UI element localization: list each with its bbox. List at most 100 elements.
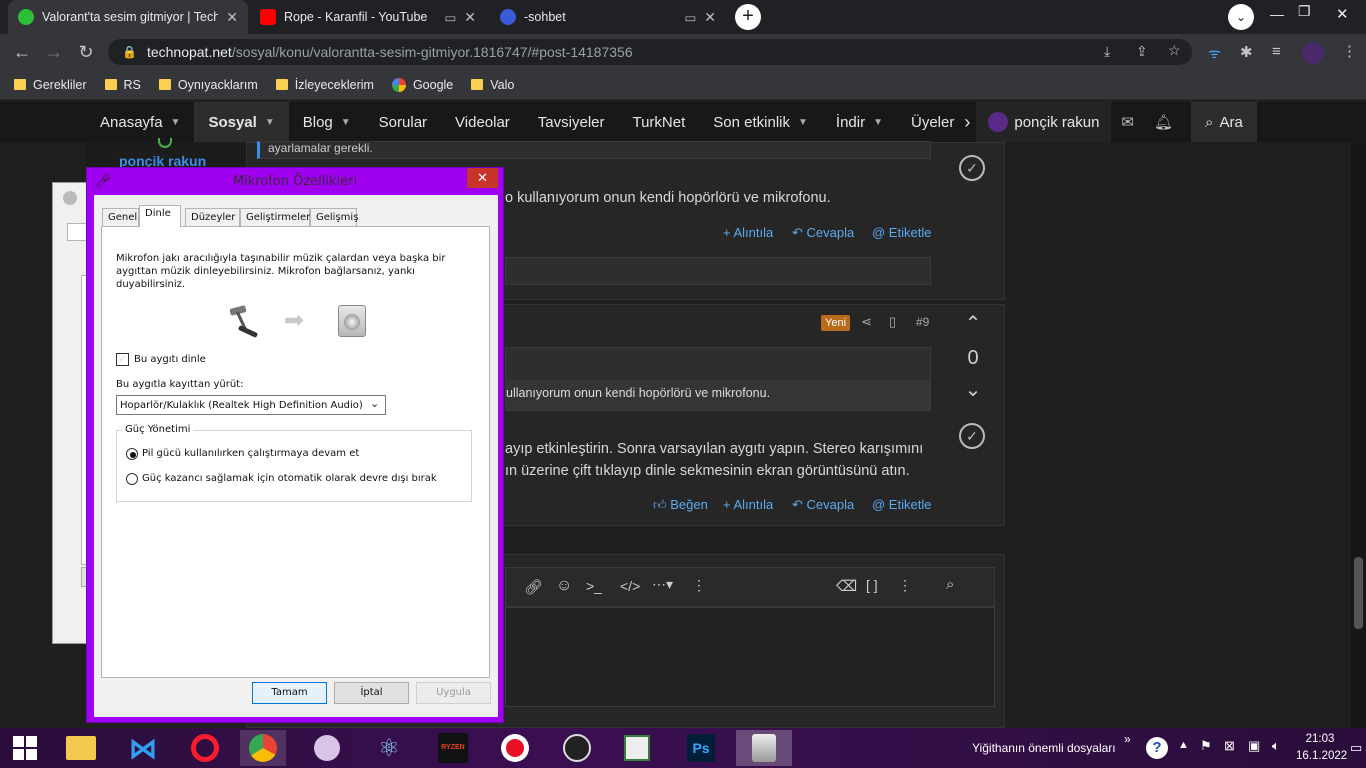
reply-box[interactable] bbox=[505, 257, 931, 285]
chevron-down-icon[interactable]: ⌄ bbox=[370, 397, 379, 410]
pip-icon[interactable]: ▭ bbox=[684, 10, 696, 25]
nav-uyeler[interactable]: Üyeler bbox=[897, 102, 958, 142]
power-radio-keep-running[interactable] bbox=[126, 448, 138, 460]
clock-date[interactable]: 16.1.2022 bbox=[1296, 750, 1347, 762]
nav-sorular[interactable]: Sorular bbox=[365, 102, 441, 142]
nav-son-etkinlik[interactable]: Son etkinlik ▼ bbox=[699, 102, 822, 142]
extensions-puzzle-icon[interactable]: ✱ bbox=[1240, 43, 1253, 61]
kebab-icon[interactable]: ⋮ bbox=[692, 577, 706, 594]
share-icon[interactable]: ⋖ bbox=[861, 314, 872, 330]
extension-wifi-icon[interactable]: ᯤ bbox=[1208, 44, 1221, 63]
tag-action[interactable]: @ Etiketle bbox=[872, 497, 931, 512]
start-windows-icon[interactable] bbox=[2, 730, 48, 766]
clock-time[interactable]: 21:03 bbox=[1300, 733, 1340, 745]
back-arrow-icon[interactable]: ← bbox=[12, 42, 32, 62]
bookmark-oyniyacklarim[interactable]: Oynıyacklarım bbox=[158, 78, 258, 92]
search-button[interactable]: ⌕ Ara bbox=[1191, 102, 1257, 142]
close-icon[interactable]: ✕ bbox=[226, 9, 238, 26]
close-icon[interactable]: ✕ bbox=[464, 9, 476, 26]
tag-action[interactable]: @ Etiketle bbox=[872, 225, 931, 240]
bookmark-gerekliler[interactable]: Gerekliler bbox=[14, 78, 87, 92]
nav-tavsiyeler[interactable]: Tavsiyeler bbox=[524, 102, 619, 142]
tab-youtube[interactable]: Rope - Karanfil - YouTube ▭ ✕ bbox=[250, 0, 486, 34]
sound-settings-taskbar-icon[interactable] bbox=[736, 730, 792, 766]
bookmark-google[interactable]: Google bbox=[391, 77, 453, 92]
user-menu[interactable]: ponçik rakun bbox=[976, 102, 1112, 142]
pip-icon[interactable]: ▭ bbox=[444, 10, 456, 25]
chevron-down-icon[interactable]: ▼ bbox=[265, 117, 275, 128]
kebab-icon[interactable]: ⋮ bbox=[898, 577, 912, 594]
address-bar[interactable]: 🔒 technopat.net/sosyal/konu/valorantta-s… bbox=[108, 39, 1192, 65]
solution-check-icon[interactable]: ✓ bbox=[959, 155, 985, 181]
ok-button[interactable]: Tamam bbox=[252, 682, 327, 704]
nav-videolar[interactable]: Videolar bbox=[441, 102, 524, 142]
tab-valorant[interactable]: Valorant'ta sesim gitmiyor | Techn ✕ bbox=[8, 0, 248, 34]
help-icon[interactable]: ? bbox=[1146, 737, 1168, 759]
obs-icon[interactable] bbox=[554, 730, 600, 766]
tab-gelistirmeler[interactable]: Geliştirmeler bbox=[240, 208, 310, 226]
listen-checkbox[interactable]: ✓ bbox=[116, 353, 129, 366]
dialog-titlebar[interactable]: 🎤︎ Mikrofon Özellikleri ✕ bbox=[87, 168, 503, 194]
chrome-icon[interactable] bbox=[240, 730, 286, 766]
tab-sohbet[interactable]: -sohbet ▭ ✕ bbox=[490, 0, 726, 34]
bookmark-izleyeceklerim[interactable]: İzleyeceklerim bbox=[275, 78, 374, 92]
notification-icon[interactable]: ▭ bbox=[1350, 740, 1362, 756]
chevron-down-icon[interactable]: ▼ bbox=[873, 117, 883, 128]
forward-arrow-icon[interactable]: → bbox=[44, 42, 64, 62]
opera-icon[interactable] bbox=[182, 730, 228, 766]
power-radio-auto-disable[interactable] bbox=[126, 473, 138, 485]
vscode-icon[interactable]: ⋈ bbox=[120, 730, 166, 766]
nav-turknet[interactable]: TurkNet bbox=[618, 102, 699, 142]
upvote-chevron-icon[interactable]: ⌃ bbox=[961, 311, 985, 336]
code-inline-icon[interactable]: >_ bbox=[586, 578, 602, 594]
reply-action[interactable]: ↶ Cevapla bbox=[792, 497, 854, 513]
bell-icon[interactable]: 🔔︎ bbox=[1144, 102, 1191, 142]
nav-scroll-right-icon[interactable]: › bbox=[958, 102, 976, 142]
tab-dinle[interactable]: Dinle bbox=[139, 205, 181, 227]
profile-avatar[interactable] bbox=[1302, 42, 1324, 64]
tray-expand-icon[interactable]: ▲ bbox=[1178, 739, 1189, 751]
code-block-icon[interactable]: </> bbox=[620, 578, 640, 594]
tab-duzeyler[interactable]: Düzeyler bbox=[185, 208, 240, 226]
file-explorer-icon[interactable] bbox=[58, 730, 104, 766]
bookmark-icon[interactable]: ▯ bbox=[889, 314, 896, 330]
volume-icon[interactable]: 🔈︎ bbox=[1272, 738, 1280, 754]
tab-gelismis[interactable]: Gelişmiş bbox=[310, 208, 358, 226]
chevron-down-icon[interactable]: ▼ bbox=[341, 117, 351, 128]
playback-device-select[interactable]: Hoparlör/Kulaklık (Realtek High Definiti… bbox=[116, 395, 386, 415]
tab-search-chevron-icon[interactable]: ⌄ bbox=[1228, 4, 1254, 30]
nav-blog[interactable]: Blog ▼ bbox=[289, 102, 365, 142]
downvote-chevron-icon[interactable]: ⌄ bbox=[961, 377, 985, 402]
bookmark-valo[interactable]: Valo bbox=[471, 78, 514, 92]
apply-button[interactable]: Uygula bbox=[416, 682, 491, 704]
toolbar-folder-label[interactable]: Yiğithanın önemli dosyaları bbox=[972, 741, 1116, 755]
reload-icon[interactable]: ↻ bbox=[76, 42, 96, 62]
nav-anasayfa[interactable]: Anasayfa ▼ bbox=[86, 102, 194, 142]
solution-check-icon[interactable]: ✓ bbox=[959, 423, 985, 449]
link-icon[interactable]: 🔗︎ bbox=[524, 578, 543, 596]
paint-app-icon[interactable] bbox=[304, 730, 350, 766]
reply-action[interactable]: ↶ Cevapla bbox=[792, 225, 854, 241]
media-control-icon[interactable]: ≡ bbox=[1272, 43, 1281, 60]
restore-icon[interactable]: ❐ bbox=[1298, 3, 1311, 20]
chevron-down-icon[interactable]: ▼ bbox=[798, 117, 808, 128]
install-icon[interactable]: ⤓ bbox=[1104, 43, 1110, 60]
photoshop-icon[interactable]: Ps bbox=[678, 730, 724, 766]
dialog-close-button[interactable]: ✕ bbox=[467, 168, 498, 188]
chevron-down-icon[interactable]: ▼ bbox=[171, 117, 181, 128]
like-action[interactable]: 👍︎ Beğen bbox=[653, 497, 708, 513]
minimize-icon[interactable]: — bbox=[1270, 6, 1284, 22]
close-icon[interactable]: ✕ bbox=[704, 9, 716, 26]
ryzen-master-icon[interactable]: RYZEN bbox=[430, 730, 476, 766]
cancel-button[interactable]: İptal bbox=[334, 682, 409, 704]
notepad-app-icon[interactable] bbox=[614, 730, 660, 766]
record-app-icon[interactable] bbox=[492, 730, 538, 766]
quote-action[interactable]: + Alıntıla bbox=[723, 497, 773, 512]
inbox-icon[interactable]: ✉ bbox=[1111, 102, 1144, 142]
window-close-icon[interactable]: ✕ bbox=[1336, 5, 1349, 23]
emoji-icon[interactable]: ☺ bbox=[556, 577, 572, 595]
nav-indir[interactable]: İndir ▼ bbox=[822, 102, 897, 142]
scrollbar-thumb[interactable] bbox=[1354, 557, 1363, 629]
flag-icon[interactable]: ⚑ bbox=[1200, 738, 1212, 754]
preview-icon[interactable]: ⌕ bbox=[946, 576, 954, 593]
